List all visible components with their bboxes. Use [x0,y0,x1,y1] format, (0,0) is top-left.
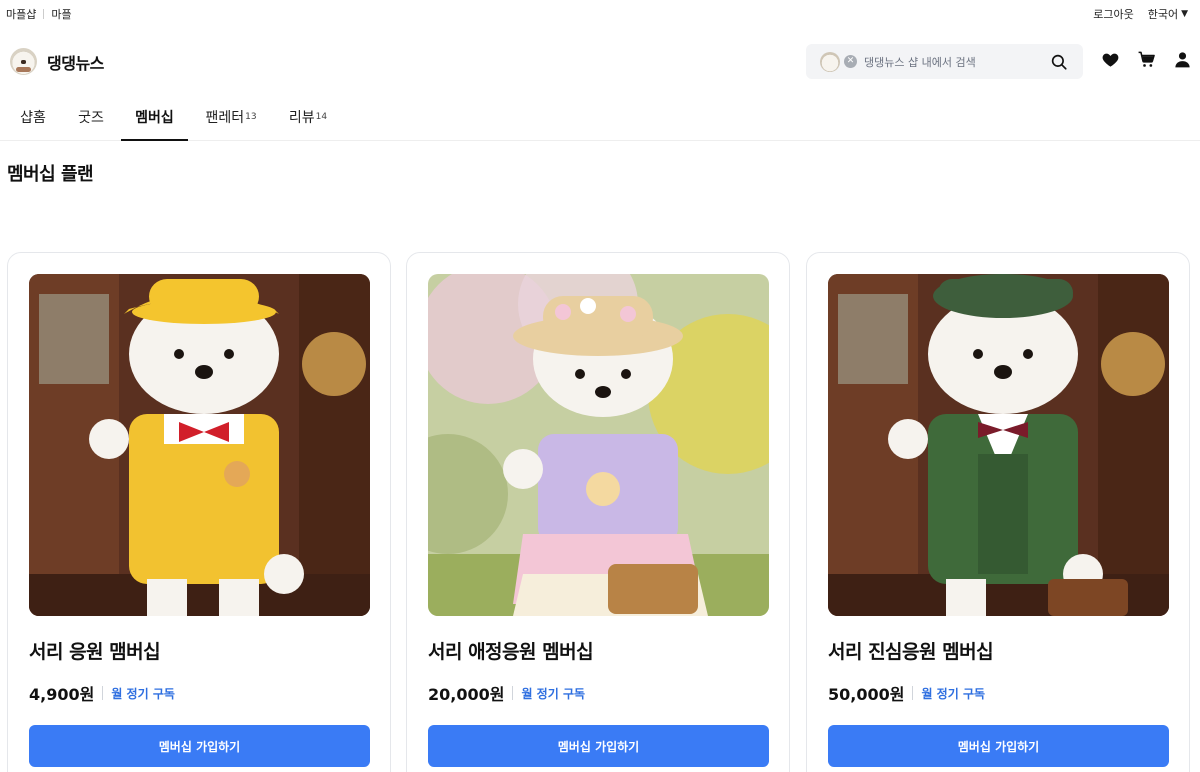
tab-membership[interactable]: 멤버십 [121,94,188,141]
plan-name: 서리 애정응원 멤버십 [428,641,594,663]
plan-period: 월 정기 구독 [111,686,175,701]
tab-reviews[interactable]: 리뷰 14 [282,94,334,140]
shop-tabs: 샵홈 굿즈 멤버십 팬레터 13 리뷰 14 [0,94,1200,141]
clear-scope-icon[interactable]: ✕ [844,55,857,68]
heart-icon[interactable] [1101,50,1120,69]
tab-label: 멤버십 [135,109,174,126]
divider [912,686,914,700]
plan-price: 20,000원 [428,685,505,704]
tab-count: 14 [315,112,328,122]
site-links: 마플샵 마플 [6,6,72,22]
top-utility-bar: 마플샵 마플 로그아웃 한국어 ▼ [0,0,1200,26]
plan-period: 월 정기 구독 [521,686,586,701]
tab-label: 팬레터 [205,110,245,126]
tab-label: 굿즈 [78,110,104,126]
cart-icon[interactable] [1137,50,1156,69]
plan-name: 서리 응원 맴버십 [29,641,161,663]
shop-scope-logo [820,51,840,72]
section-title: 멤버십 플랜 [7,164,94,185]
marpple-shop-link[interactable]: 마플샵 [6,6,36,22]
plan-image [428,274,769,616]
tab-fan-letter[interactable]: 팬레터 13 [198,94,264,140]
plan-price: 50,000원 [828,685,905,704]
membership-card: 서리 진심응원 멤버십 50,000원 월 정기 구독 멤버십 가입하기 [806,252,1190,772]
header-icons [1101,50,1192,69]
join-membership-button[interactable]: 멤버십 가입하기 [29,725,370,767]
language-label: 한국어 [1147,8,1179,21]
divider [43,9,45,19]
brand-logo [10,48,37,75]
user-icon[interactable] [1173,50,1192,69]
caret-down-icon: ▼ [1181,9,1188,19]
tab-count: 13 [245,112,257,122]
membership-card: 서리 애정응원 멤버십 20,000원 월 정기 구독 멤버십 가입하기 [406,252,790,772]
membership-plans: 서리 응원 맴버십 4,900원 월 정기 구독 멤버십 가입하기 서리 애정응… [7,252,1193,772]
plan-price-row: 50,000원 월 정기 구독 [828,681,985,705]
brand[interactable]: 댕댕뉴스 [10,48,104,75]
divider [512,686,514,700]
tab-label: 샵홈 [20,110,46,126]
marpple-link[interactable]: 마플 [51,6,71,22]
plan-price-row: 4,900원 월 정기 구독 [29,681,175,705]
language-selector[interactable]: 한국어 ▼ [1148,6,1188,22]
account-links: 로그아웃 한국어 ▼ [1093,6,1188,22]
plan-price: 4,900원 [29,685,95,704]
join-membership-button[interactable]: 멤버십 가입하기 [428,725,769,767]
search-bar[interactable]: ✕ 댕댕뉴스 샵 내에서 검색 [806,44,1083,79]
plan-price-row: 20,000원 월 정기 구독 [428,681,585,705]
plan-image [29,274,370,616]
divider [102,686,104,700]
membership-card: 서리 응원 맴버십 4,900원 월 정기 구독 멤버십 가입하기 [7,252,391,772]
plan-image [828,274,1169,616]
plan-period: 월 정기 구독 [921,686,986,701]
plan-name: 서리 진심응원 멤버십 [828,641,994,663]
tab-goods[interactable]: 굿즈 [70,94,112,140]
brand-name: 댕댕뉴스 [47,53,104,73]
logout-link[interactable]: 로그아웃 [1093,6,1133,22]
search-icon[interactable] [1050,53,1068,71]
tab-label: 리뷰 [288,110,315,126]
search-input[interactable]: 댕댕뉴스 샵 내에서 검색 [864,54,1050,70]
join-membership-button[interactable]: 멤버십 가입하기 [828,725,1169,767]
tab-shop-home[interactable]: 샵홈 [12,94,54,140]
shop-header: 댕댕뉴스 ✕ 댕댕뉴스 샵 내에서 검색 [0,40,1200,84]
